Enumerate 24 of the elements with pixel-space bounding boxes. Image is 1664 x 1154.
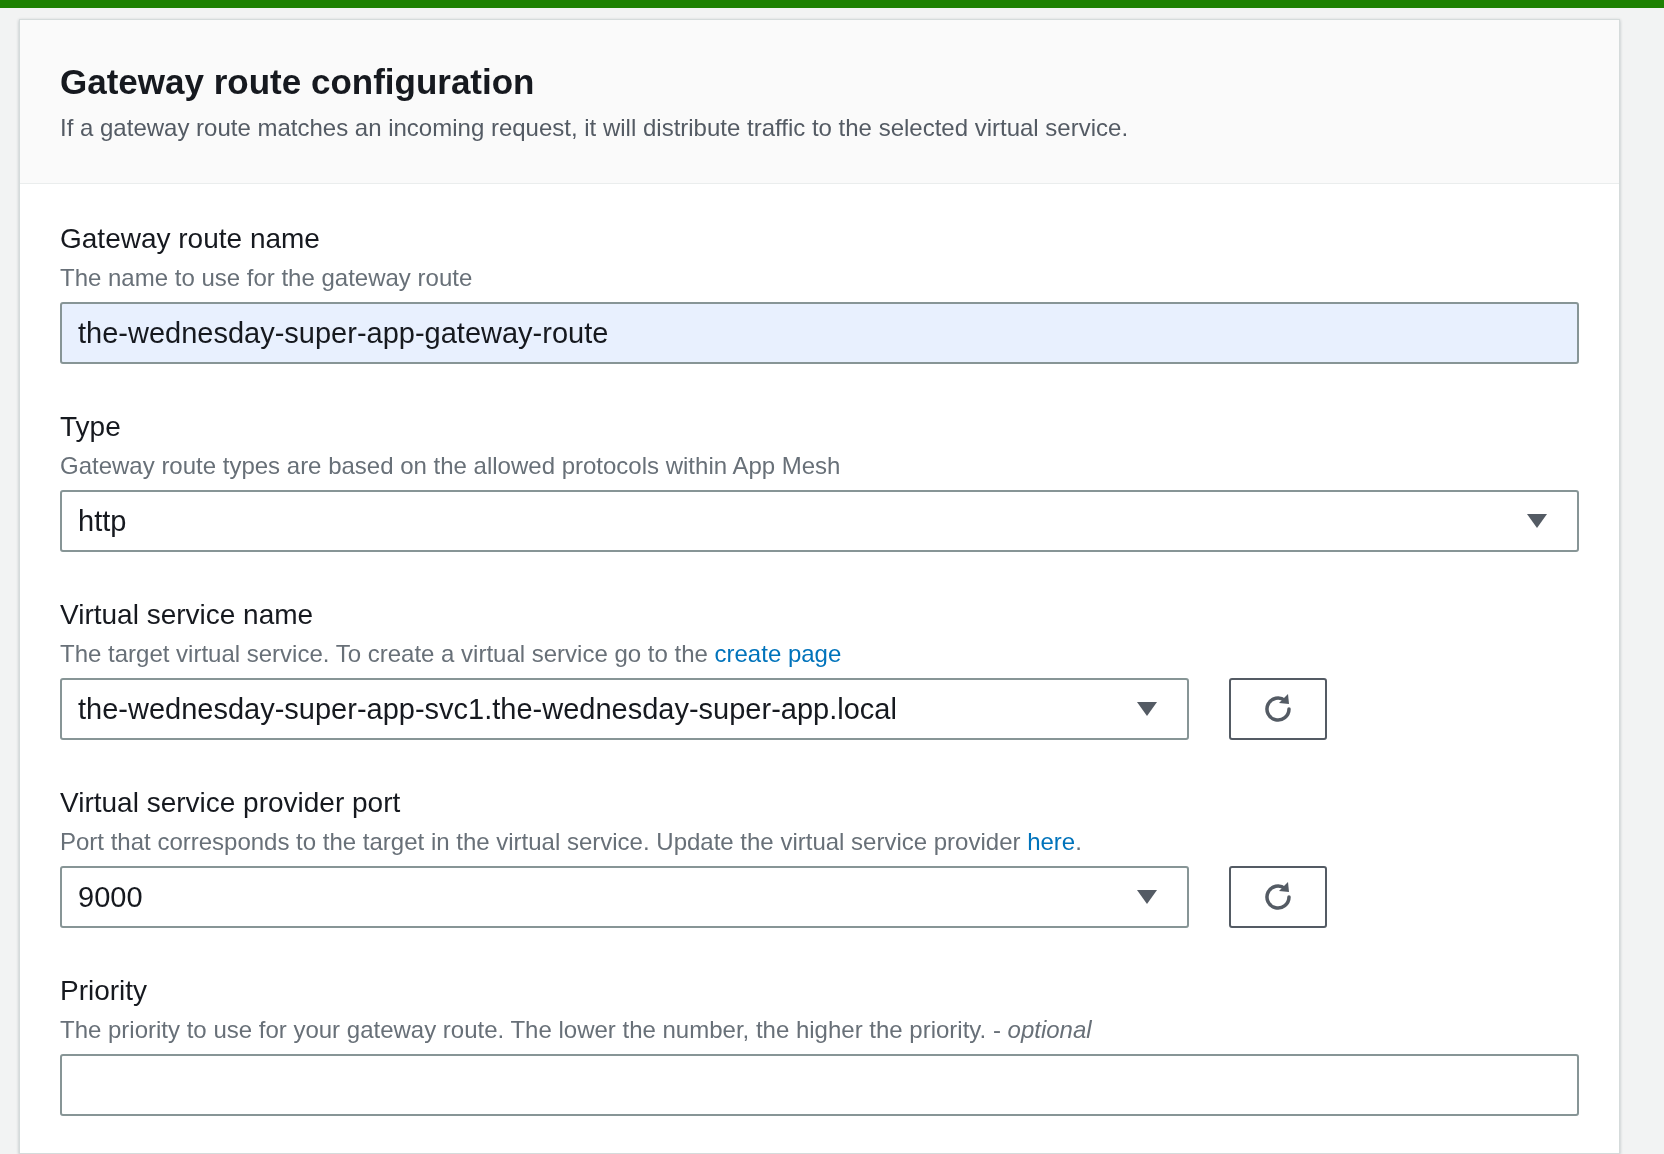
link[interactable]: here — [1027, 828, 1076, 855]
select-dropdown[interactable]: the-wednesday-super-app-svc1.the-wednesday-super-app.local — [60, 678, 1189, 740]
field-label: Virtual service provider port — [60, 788, 402, 818]
field-description: The target virtual service. To create a virtual service go to the create page — [60, 639, 843, 669]
section-title: Gateway route configuration — [60, 62, 536, 102]
field-description: Gateway route types are based on the allowed protocols within App Mesh — [60, 451, 842, 481]
select-dropdown[interactable]: 9000 — [60, 866, 1189, 928]
field-description: Port that corresponds to the target in the virtual service. Update the virtual service provider here. — [60, 827, 1083, 857]
field-label: Priority — [60, 976, 149, 1006]
field-description: The priority to use for your gateway route. The lower the number, the higher the priority. - optional — [60, 1015, 1093, 1045]
field-description: The name to use for the gateway route — [60, 263, 474, 293]
caret-down-icon — [1137, 702, 1157, 716]
link[interactable]: create page — [714, 640, 842, 667]
caret-down-icon — [1527, 514, 1547, 528]
text-input[interactable]: the-wednesday-super-app-gateway-route — [60, 302, 1579, 364]
refresh-button[interactable] — [1229, 866, 1327, 928]
field-label: Type — [60, 412, 122, 442]
field-label: Virtual service name — [60, 600, 315, 630]
text-input[interactable] — [60, 1054, 1579, 1116]
section-description: If a gateway route matches an incoming request, it will distribute traffic to the selected virtual service. — [60, 113, 1130, 143]
caret-down-icon — [1137, 890, 1157, 904]
select-dropdown[interactable]: http — [60, 490, 1579, 552]
field-label: Gateway route name — [60, 224, 321, 254]
refresh-button[interactable] — [1229, 678, 1327, 740]
